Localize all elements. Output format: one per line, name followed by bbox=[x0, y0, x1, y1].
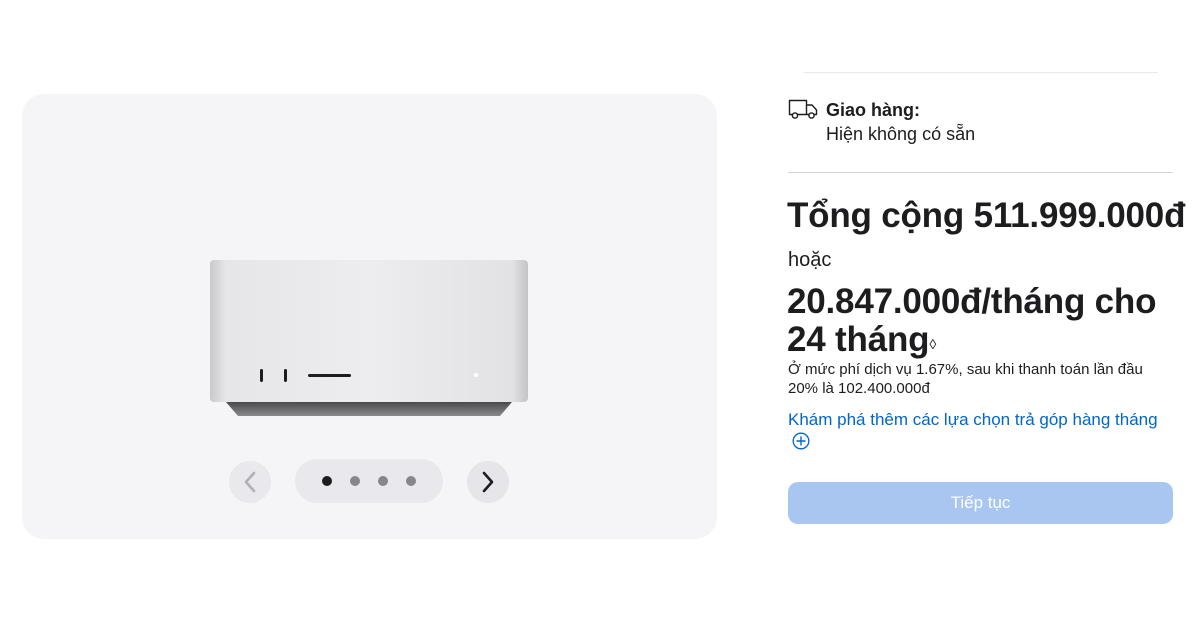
section-divider bbox=[788, 172, 1173, 173]
top-divider bbox=[804, 72, 1158, 73]
delivery-label: Giao hàng: bbox=[826, 100, 920, 120]
plus-circle-icon[interactable] bbox=[792, 432, 810, 450]
or-label: hoặc bbox=[788, 249, 832, 271]
next-slide-button[interactable] bbox=[467, 461, 509, 503]
product-gallery bbox=[22, 94, 717, 539]
monthly-price-text: 20.847.000đ/tháng cho 24 tháng bbox=[787, 282, 1157, 359]
total-price: Tổng cộng 511.999.000đ bbox=[787, 196, 1186, 235]
slide-dot-3[interactable] bbox=[378, 476, 388, 486]
fee-note: Ở mức phí dịch vụ 1.67%, sau khi thanh t… bbox=[788, 361, 1143, 397]
chevron-left-icon bbox=[244, 471, 256, 493]
slide-dot-2[interactable] bbox=[350, 476, 360, 486]
monthly-price: 20.847.000đ/tháng cho 24 tháng◊ bbox=[787, 283, 1177, 359]
slide-dot-1[interactable] bbox=[322, 476, 332, 486]
explore-installments-link[interactable]: Khám phá thêm các lựa chọn trả góp hàng … bbox=[788, 410, 1176, 430]
mac-studio-image bbox=[210, 260, 528, 416]
chevron-right-icon bbox=[482, 471, 494, 493]
continue-button[interactable]: Tiếp tục bbox=[788, 482, 1173, 524]
previous-slide-button[interactable] bbox=[229, 461, 271, 503]
gallery-controls bbox=[22, 459, 717, 505]
footnote-marker: ◊ bbox=[929, 336, 937, 352]
truck-icon bbox=[788, 99, 818, 119]
slide-indicator bbox=[295, 459, 443, 503]
delivery-status: Hiện không có sẵn bbox=[826, 124, 976, 144]
product-page: Giao hàng: Hiện không có sẵn Tổng cộng 5… bbox=[0, 0, 1200, 628]
slide-dot-4[interactable] bbox=[406, 476, 416, 486]
